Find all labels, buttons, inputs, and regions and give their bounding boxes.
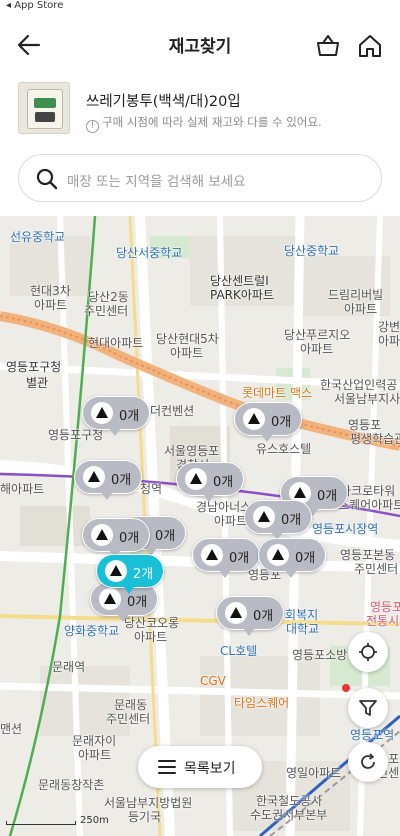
map-label: 아파트 [378, 334, 400, 348]
store-stock-pin[interactable]: 0개 [74, 460, 142, 500]
map-label: 아파트 [344, 302, 378, 316]
map-label: 문래동창작촌 [38, 778, 105, 792]
map-label: 스퀘어아파트 [338, 498, 400, 512]
product-name: 쓰레기봉투(백색/대)20입 [86, 94, 241, 110]
product-summary: 쓰레기봉투(백색/대)20입 ! 구매 시점에 따라 실제 재고와 다를 수 있어… [18, 82, 384, 138]
map-label: 당산서중학교 [116, 246, 183, 260]
list-view-button[interactable]: 목록보기 [138, 746, 262, 788]
map-label: 롯데마트 맥스 [242, 386, 313, 400]
search-placeholder: 매장 또는 지역을 검색해 보세요 [67, 174, 246, 190]
map-label: 아파트 [34, 298, 68, 312]
map-label: 아파트 [134, 630, 168, 644]
map-label: 전통시장 [366, 614, 400, 628]
map-label: 양화중학교 [64, 624, 120, 638]
store-stock-pin[interactable]: 0개 [82, 396, 150, 436]
store-stock-pin[interactable]: 0개 [176, 462, 244, 502]
menu-icon [158, 760, 176, 774]
store-stock-pin[interactable]: 0개 [192, 538, 260, 578]
store-icon [201, 544, 223, 566]
crosshair-icon [359, 643, 377, 661]
filter-active-dot [342, 684, 350, 692]
store-stock-pin[interactable]: 0개 [258, 538, 326, 578]
map-label: 평생학습관 [350, 432, 400, 446]
filter-icon [359, 700, 377, 716]
map-label: 선유중학교 [10, 230, 66, 244]
map-label: 별관 [26, 376, 49, 390]
map-label: PARK아파트 [210, 288, 275, 302]
store-icon [91, 524, 113, 546]
map-label: 영등포구청 [6, 360, 62, 374]
refresh-button[interactable] [348, 742, 388, 782]
filter-button[interactable] [348, 688, 388, 728]
store-icon [105, 560, 127, 582]
map-label: 영등포역 [350, 728, 395, 742]
product-image [18, 82, 70, 134]
top-navigation-bar: 재고찾기 [0, 22, 400, 66]
map-label: 유스호스텔 [256, 442, 312, 456]
store-stock-pin[interactable]: 0개 [82, 518, 150, 558]
store-stock-pin-selected[interactable]: 2개 [96, 554, 164, 594]
map-label: 아파트 [78, 748, 112, 762]
map-label: 서울남부지사 [334, 392, 400, 406]
map-label: 등기국 [128, 810, 162, 824]
map-label: CGV [200, 674, 226, 688]
map-label: 더컨벤션 [150, 404, 195, 418]
store-icon [185, 468, 207, 490]
store-icon [267, 544, 289, 566]
store-icon [91, 402, 113, 424]
map-label: 청역 [140, 482, 163, 496]
store-map[interactable]: 선유중학교 당산서중학교 당산중학교 현대3차 아파트 당산2동 주민센터 현대… [0, 216, 400, 836]
store-icon [253, 506, 275, 528]
map-label: CL호텔 [220, 644, 258, 658]
cart-button[interactable] [314, 32, 342, 60]
back-to-app-store-link[interactable]: ◂ App Store [6, 0, 63, 11]
map-label: 아파트 [300, 342, 334, 356]
store-icon [99, 588, 121, 610]
basket-icon [317, 35, 339, 56]
stock-notice: ! 구매 시점에 따라 실제 재고와 다를 수 있어요. [86, 114, 322, 133]
map-label: 타임스퀘어 [234, 696, 290, 710]
map-label: 해아파트 [0, 482, 45, 496]
store-stock-pin[interactable]: 0개 [234, 402, 302, 442]
map-label: 아파트 [214, 514, 248, 528]
map-label: 당산중학교 [284, 244, 340, 258]
list-view-label: 목록보기 [184, 761, 236, 777]
home-icon [359, 35, 381, 57]
map-label: 주민센터 [106, 712, 151, 726]
home-button[interactable] [356, 32, 384, 60]
store-search-input[interactable]: 매장 또는 지역을 검색해 보세요 [18, 154, 382, 202]
store-icon [83, 466, 105, 488]
trash-bag-illustration [27, 89, 63, 129]
map-label: 영등포시장역 [312, 522, 379, 536]
info-icon: ! [86, 120, 99, 133]
map-label: 대학교 [286, 622, 320, 636]
map-label: 영일아파트 [286, 766, 342, 780]
search-icon [36, 168, 58, 190]
map-label: 수도권서부본부 [250, 808, 328, 822]
map-label: 주민센터 [354, 562, 399, 576]
map-label: 맨션 [0, 722, 23, 736]
current-location-button[interactable] [348, 632, 388, 672]
store-icon [243, 408, 265, 430]
map-label: 현대아파트 [88, 336, 144, 350]
map-label: 문래역 [52, 660, 86, 674]
store-stock-pin[interactable]: 0개 [244, 500, 312, 540]
store-stock-pin[interactable]: 0개 [216, 596, 284, 636]
store-icon [225, 602, 247, 624]
map-label: 영등포소방 [292, 648, 348, 662]
status-bar: ◂ App Store [0, 0, 400, 14]
map-label: 주민센터 [84, 304, 129, 318]
map-label: 아파트 [170, 346, 204, 360]
refresh-icon [361, 753, 375, 769]
